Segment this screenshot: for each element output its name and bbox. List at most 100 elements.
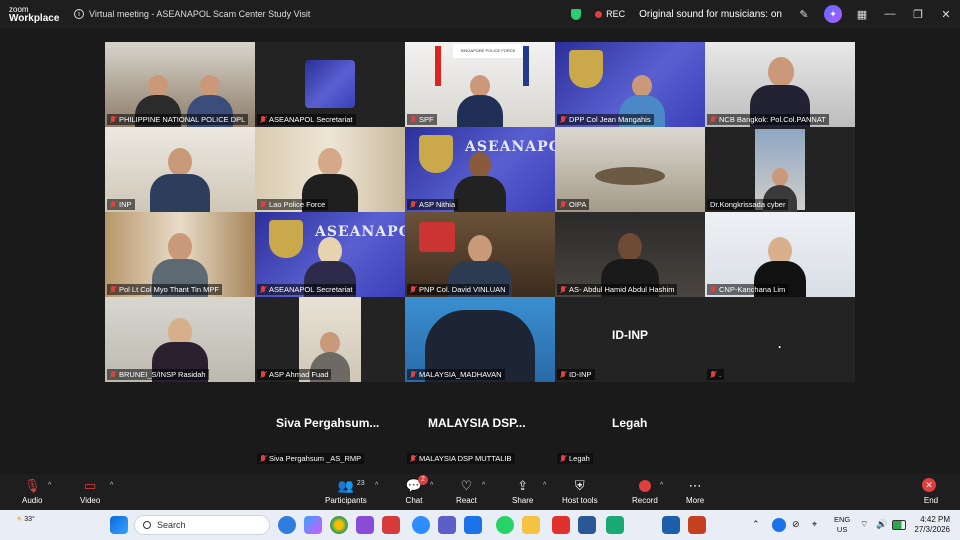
video-tile[interactable]: PNP Col. David VINLUAN xyxy=(405,212,555,297)
video-tile[interactable]: ASEANAPOL ASEANAPOL Secretariat xyxy=(255,212,405,297)
video-tile[interactable]: DPP Col Jean Mangahis xyxy=(555,42,705,127)
app-icon[interactable] xyxy=(606,516,624,534)
active-speaker-tile[interactable]: Dr.Kongkrissada cyber xyxy=(705,127,855,212)
video-tile[interactable]: Pol Lt Col Myo Thant Tin MPF xyxy=(105,212,255,297)
record-button[interactable]: Record xyxy=(632,478,658,505)
video-tile[interactable]: INP xyxy=(105,127,255,212)
edge-icon[interactable] xyxy=(278,516,296,534)
video-options-caret[interactable]: ^ xyxy=(110,482,113,489)
app-icon[interactable] xyxy=(464,516,482,534)
video-tile[interactable]: MALAYSIA_MADHAVAN xyxy=(405,297,555,382)
app-icon[interactable] xyxy=(552,516,570,534)
participants-button[interactable]: 👥 23 Participants xyxy=(325,478,367,505)
participant-name-label[interactable]: Siva Pergahsum _AS_RMP xyxy=(257,453,365,464)
participant-name-label: PNP Col. David VINLUAN xyxy=(407,284,509,295)
video-tile[interactable]: Lao Police Force xyxy=(255,127,405,212)
muted-mic-icon xyxy=(260,115,266,124)
participants-options-caret[interactable]: ^ xyxy=(375,482,378,489)
video-tile[interactable]: PHILIPPINE NATIONAL POLICE DPL xyxy=(105,42,255,127)
muted-mic-icon xyxy=(260,454,266,463)
app-tray-icon[interactable]: ⊘ xyxy=(792,519,804,531)
react-button[interactable]: ♡ React xyxy=(456,478,477,505)
participant-display-name: MALAYSIA DSP... xyxy=(428,416,526,430)
muted-mic-icon xyxy=(710,285,716,294)
audio-button[interactable]: 🎙 Audio xyxy=(22,478,42,505)
more-icon: ⋯ xyxy=(688,478,702,493)
chat-icon: 💬 2 xyxy=(405,475,428,494)
sun-icon: ☀ xyxy=(16,516,23,523)
windows-start-icon[interactable] xyxy=(110,516,128,534)
edit-pencil-icon[interactable]: ✎ xyxy=(793,8,815,21)
muted-mic-icon xyxy=(110,370,116,379)
meeting-toolbar: 🎙 Audio ^ ▭ Video ^ 👥 23 Participants ^ 💬… xyxy=(0,474,960,510)
participant-name-label: MALAYSIA_MADHAVAN xyxy=(407,369,505,380)
video-tile[interactable]: NCB Bangkok: Pol.Col.PANNAT xyxy=(705,42,855,127)
system-clock[interactable]: 4:42 PM 27/3/2026 xyxy=(914,515,950,535)
video-tile[interactable]: AS- Abdul Hamid Abdul Hashim xyxy=(555,212,705,297)
copilot-icon[interactable] xyxy=(304,516,322,534)
react-options-caret[interactable]: ^ xyxy=(482,482,485,489)
video-tile[interactable]: ASEANAPOL Secretariat xyxy=(255,42,405,127)
ai-companion-icon[interactable]: ✦ xyxy=(824,5,842,23)
word-icon[interactable] xyxy=(578,516,596,534)
participants-count: 23 xyxy=(356,480,365,487)
aseanapol-avatar xyxy=(305,60,355,108)
info-icon[interactable]: i xyxy=(74,9,84,19)
app-icon[interactable] xyxy=(382,516,400,534)
file-explorer-icon[interactable] xyxy=(522,516,540,534)
wifi-icon[interactable]: ⌔ xyxy=(860,519,872,531)
rec-label[interactable]: REC xyxy=(606,9,625,19)
end-button[interactable]: ✕ End xyxy=(922,478,940,505)
share-icon: ⇪ xyxy=(517,478,529,493)
participant-name-label: Dr.Kongkrissada cyber xyxy=(707,199,789,210)
video-tile[interactable]: . . xyxy=(705,297,855,382)
participant-name-label[interactable]: MALAYSIA DSP MUTTALIB xyxy=(407,453,515,464)
host-tools-button[interactable]: ⛨ Host tools xyxy=(562,478,598,505)
video-button[interactable]: ▭ Video xyxy=(80,478,100,505)
cloud-icon[interactable] xyxy=(772,518,786,532)
grid-view-icon[interactable]: ▦ xyxy=(851,8,873,21)
app-icon[interactable] xyxy=(662,516,680,534)
share-options-caret[interactable]: ^ xyxy=(543,482,546,489)
app-icon[interactable] xyxy=(356,516,374,534)
video-tile[interactable]: OIPA xyxy=(555,127,705,212)
more-button[interactable]: ⋯ More xyxy=(686,478,704,505)
security-shield-icon[interactable] xyxy=(571,8,582,20)
original-sound-status[interactable]: Original sound for musicians: on xyxy=(639,9,782,20)
weather-widget[interactable]: ☀ 33° xyxy=(16,515,35,523)
muted-mic-icon xyxy=(260,200,266,209)
participant-name-label[interactable]: Legah xyxy=(557,453,593,464)
restore-icon[interactable]: ❐ xyxy=(907,8,929,21)
participant-name-label: NCB Bangkok: Pol.Col.PANNAT xyxy=(707,114,829,125)
record-options-caret[interactable]: ^ xyxy=(660,482,663,489)
volume-icon[interactable]: 🔊 xyxy=(876,519,888,531)
recording-dot-icon xyxy=(595,10,603,18)
language-indicator[interactable]: ENG US xyxy=(834,515,850,535)
participant-name-label: Lao Police Force xyxy=(257,199,329,210)
powerpoint-icon[interactable] xyxy=(688,516,706,534)
close-icon[interactable]: ✕ xyxy=(935,8,957,21)
share-button[interactable]: ⇪ Share xyxy=(512,478,533,505)
chevron-up-icon[interactable]: ⌃ xyxy=(752,519,764,531)
heart-icon: ♡ xyxy=(460,478,473,493)
chat-button[interactable]: 💬 2 Chat xyxy=(405,475,428,505)
video-tile[interactable]: ASEANAPOL ASP Nithia xyxy=(405,127,555,212)
video-tile[interactable]: ASP Ahmad Fuad xyxy=(255,297,405,382)
video-tile[interactable]: BRUNEI_S/INSP Rasidah xyxy=(105,297,255,382)
teams-icon[interactable] xyxy=(438,516,456,534)
video-tile[interactable]: ID-INP ID-INP xyxy=(555,297,705,382)
chrome-icon[interactable] xyxy=(330,516,348,534)
video-tile[interactable]: CNP-Kanchana Lim xyxy=(705,212,855,297)
location-icon[interactable]: ⌖ xyxy=(812,519,824,531)
audio-options-caret[interactable]: ^ xyxy=(48,482,51,489)
chat-options-caret[interactable]: ^ xyxy=(430,482,433,489)
muted-mic-icon xyxy=(410,370,416,379)
battery-icon[interactable] xyxy=(892,520,906,530)
zoom-taskbar-icon[interactable] xyxy=(412,516,430,534)
muted-mic-icon xyxy=(710,115,716,124)
taskbar-search[interactable]: Search xyxy=(134,515,270,535)
minimize-icon[interactable]: — xyxy=(879,8,901,20)
whatsapp-icon[interactable] xyxy=(496,516,514,534)
video-tile[interactable]: SINGAPORE POLICE FORCE SPF xyxy=(405,42,555,127)
muted-mic-icon xyxy=(260,370,266,379)
